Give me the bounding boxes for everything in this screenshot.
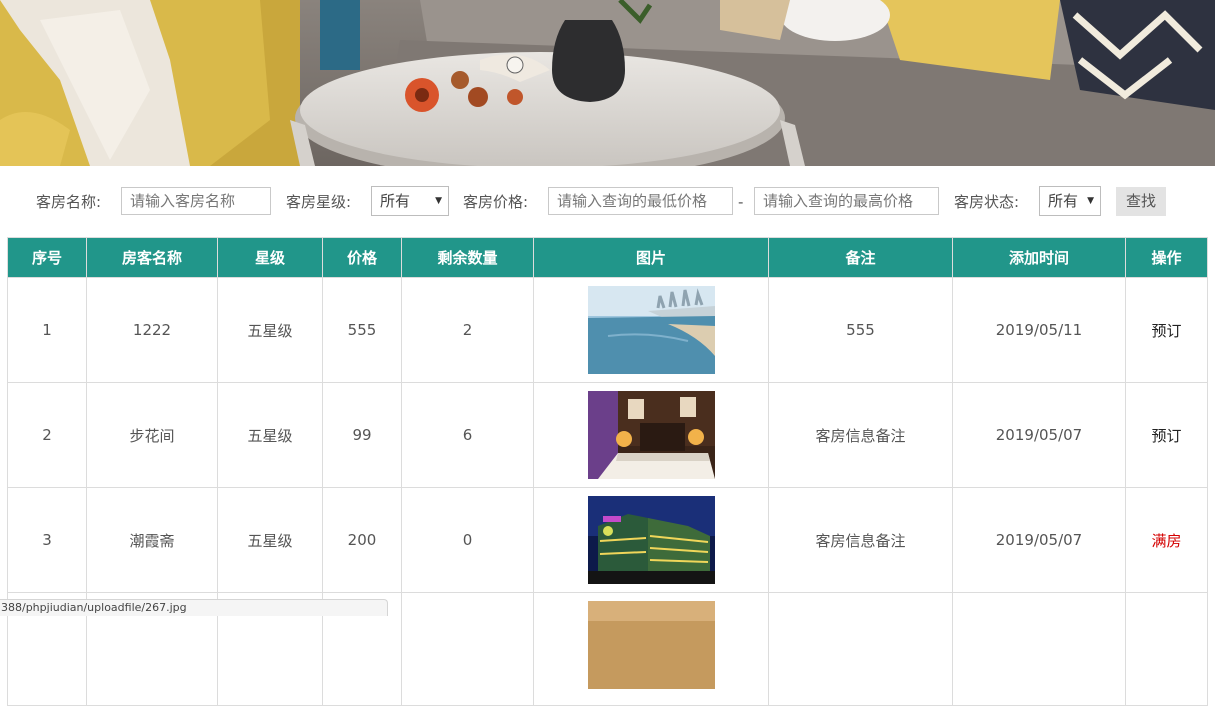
search-bar: 客房名称: 客房星级: 所有 ▼ 客房价格: - 客房状态: 所有 ▼ 查找: [0, 186, 1215, 218]
header-added: 添加时间: [952, 237, 1126, 278]
cell-remaining: 0: [401, 487, 534, 593]
table-row: 3 潮霞斋 五星级 200 0 客房信息备注 2019/05/07 满房: [7, 487, 1208, 593]
room-name-input[interactable]: [121, 187, 271, 215]
book-link[interactable]: 预订: [1151, 322, 1181, 340]
table-header-row: 序号 房客名称 星级 价格 剩余数量 图片 备注 添加时间 操作: [7, 237, 1208, 278]
header-image: 图片: [533, 237, 769, 278]
cell-note: 555: [768, 277, 953, 383]
price-label: 客房价格:: [463, 193, 529, 211]
price-range-dash: -: [738, 193, 744, 211]
cell-note: 客房信息备注: [768, 382, 953, 488]
cell-price: 99: [322, 382, 402, 488]
min-price-input[interactable]: [548, 187, 733, 215]
hotel-room-photo[interactable]: [587, 601, 715, 689]
sea-bay-photo[interactable]: [587, 286, 715, 374]
full-status: 满房: [1151, 531, 1182, 550]
cell-action: [1125, 592, 1208, 706]
status-select[interactable]: 所有 ▼: [1039, 186, 1101, 216]
hotel-room-photo[interactable]: [587, 391, 715, 479]
cell-name: 1222: [86, 277, 218, 383]
star-label: 客房星级:: [286, 193, 352, 211]
cell-action: 满房: [1125, 487, 1208, 593]
header-remaining: 剩余数量: [401, 237, 534, 278]
cell-remaining: [401, 592, 534, 706]
cell-image: [533, 592, 769, 706]
hero-banner-image: [0, 0, 1215, 166]
room-name-label: 客房名称:: [36, 193, 102, 211]
cell-no: 2: [7, 382, 87, 488]
header-name: 房客名称: [86, 237, 218, 278]
cell-no: 1: [7, 277, 87, 383]
cell-no: 3: [7, 487, 87, 593]
table-row: 2 步花间 五星级 99 6 客房信息备注 2019/05/07 预订: [7, 382, 1208, 488]
max-price-input[interactable]: [754, 187, 939, 215]
cell-star: 五星级: [217, 277, 323, 383]
cell-remaining: 6: [401, 382, 534, 488]
header-note: 备注: [768, 237, 953, 278]
cell-action: 预订: [1125, 277, 1208, 383]
header-action: 操作: [1125, 237, 1208, 278]
cell-remaining: 2: [401, 277, 534, 383]
cell-star: 五星级: [217, 487, 323, 593]
search-button[interactable]: 查找: [1116, 187, 1166, 216]
header-no: 序号: [7, 237, 87, 278]
cell-star: 五星级: [217, 382, 323, 488]
cell-image: [533, 487, 769, 593]
cell-added: 2019/05/11: [952, 277, 1126, 383]
star-select-value: 所有: [380, 192, 411, 210]
book-link[interactable]: 预订: [1151, 427, 1181, 445]
status-select-value: 所有: [1048, 192, 1079, 210]
cell-image: [533, 382, 769, 488]
chevron-down-icon: ▼: [435, 196, 442, 206]
cell-name: 步花间: [86, 382, 218, 488]
cell-note: [768, 592, 953, 706]
header-star: 星级: [217, 237, 323, 278]
header-price: 价格: [322, 237, 402, 278]
cell-price: 200: [322, 487, 402, 593]
cell-price: 555: [322, 277, 402, 383]
cell-action: 预订: [1125, 382, 1208, 488]
status-bar-url: 388/phpjiudian/uploadfile/267.jpg: [0, 599, 388, 616]
status-label: 客房状态:: [954, 193, 1020, 211]
cell-name: 潮霞斋: [86, 487, 218, 593]
chevron-down-icon: ▼: [1087, 196, 1094, 206]
cell-added: 2019/05/07: [952, 382, 1126, 488]
cell-added: 2019/05/07: [952, 487, 1126, 593]
rooms-table: 序号 房客名称 星级 价格 剩余数量 图片 备注 添加时间 操作 1 1222 …: [7, 237, 1208, 706]
cell-note: 客房信息备注: [768, 487, 953, 593]
cell-added: [952, 592, 1126, 706]
hotel-night-photo[interactable]: [587, 496, 715, 584]
table-row: 1 1222 五星级 555 2 555 2019/05/11 预订: [7, 277, 1208, 383]
cell-image: [533, 277, 769, 383]
star-select[interactable]: 所有 ▼: [371, 186, 449, 216]
